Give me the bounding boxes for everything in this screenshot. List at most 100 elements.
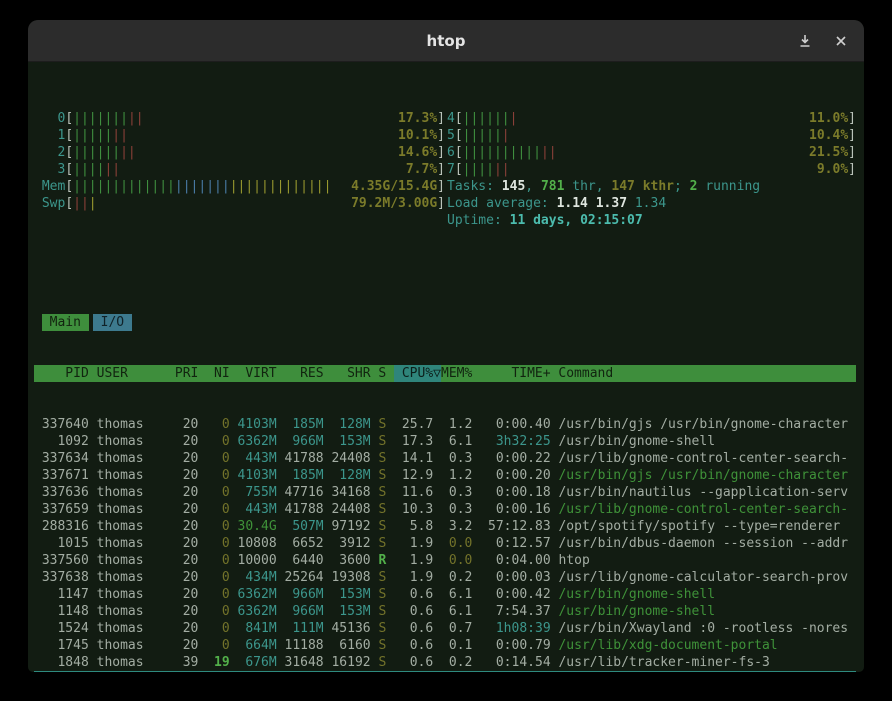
mem-cell: 0.0 xyxy=(441,553,480,568)
state-cell: S xyxy=(378,502,394,517)
mem-cell: 6.1 xyxy=(441,604,480,619)
column-headers-right[interactable]: MEM% TIME+ Command xyxy=(441,365,613,382)
shr-cell: 24408 xyxy=(331,451,378,466)
cpu-cell: 1.9 xyxy=(394,570,441,585)
cpu-cell: 11.6 xyxy=(394,485,441,500)
meter-bracket-close: ] xyxy=(848,144,856,161)
pid-cell: 337560 xyxy=(34,553,97,568)
virt-cell: 755M xyxy=(238,485,285,500)
window-titlebar[interactable]: htop xyxy=(28,20,864,62)
process-row[interactable]: 337640 thomas 20 0 4103M 185M 128M S 25.… xyxy=(34,416,856,433)
info-segment: ; xyxy=(674,179,690,194)
close-icon[interactable] xyxy=(834,34,848,48)
command-cell: /usr/bin/dbus-daemon --session --addr xyxy=(558,536,848,551)
process-row[interactable]: 337638 thomas 20 0 434M 25264 19308 S 1.… xyxy=(34,569,856,586)
meter-column-left: 0[|||||||||17.3%] 1[|||||||10.1%] 2[||||… xyxy=(34,110,445,229)
res-cell: 11188 xyxy=(285,638,332,653)
cpu-cell: 1.9 xyxy=(394,553,441,568)
meter-bracket-open: [ xyxy=(455,110,463,127)
meter-label: 1 xyxy=(34,127,65,144)
user-cell: thomas xyxy=(97,451,175,466)
column-headers-left[interactable]: PID USER PRI NI VIRT RES SHR S xyxy=(34,365,394,382)
process-row[interactable]: 1148 thomas 20 0 6362M 966M 153M S 0.6 6… xyxy=(34,603,856,620)
cpu-cell: 1.9 xyxy=(394,536,441,551)
process-row[interactable]: 1745 thomas 20 0 664M 11188 6160 S 0.6 0… xyxy=(34,637,856,654)
state-cell: S xyxy=(378,485,394,500)
pri-cell: 20 xyxy=(175,604,206,619)
meter-bracket-open: [ xyxy=(65,127,73,144)
meter-bracket-close: ] xyxy=(437,178,445,195)
info-segment: Uptime: xyxy=(447,213,510,228)
info-segment: 11 days, 02:15:07 xyxy=(510,213,643,228)
process-row[interactable]: 288316 thomas 20 0 30.4G 507M 97192 S 5.… xyxy=(34,518,856,535)
load-average-line: Load average: 1.14 1.37 1.34 xyxy=(447,195,856,212)
mem-cell: 0.2 xyxy=(441,655,480,670)
command-cell: /usr/bin/nautilus --gapplication-serv xyxy=(558,485,848,500)
meter-bracket-open: [ xyxy=(65,195,73,212)
process-row[interactable]: 1015 thomas 20 0 10808 6652 3912 S 1.9 0… xyxy=(34,535,856,552)
meter-label: 7 xyxy=(447,161,455,178)
info-segment: thr xyxy=(564,179,595,194)
process-row[interactable]: 337659 thomas 20 0 443M 41788 24408 S 10… xyxy=(34,501,856,518)
info-segment: Load average: xyxy=(447,196,557,211)
virt-cell: 6362M xyxy=(238,604,285,619)
state-cell: R xyxy=(378,553,394,568)
ni-cell: 0 xyxy=(206,553,237,568)
process-row[interactable]: 337634 thomas 20 0 443M 41788 24408 S 14… xyxy=(34,450,856,467)
state-cell: S xyxy=(378,536,394,551)
header-fill xyxy=(613,365,856,382)
column-header-cpu-sort[interactable]: CPU%▽ xyxy=(394,365,441,382)
tab-main[interactable]: Main xyxy=(42,314,89,331)
meter-pipes-r: | xyxy=(502,128,510,143)
cpu-cell: 0.6 xyxy=(394,587,441,602)
cpu-cell: 0.6 xyxy=(394,638,441,653)
process-row[interactable]: 1092 thomas 20 0 6362M 966M 153M S 17.3 … xyxy=(34,433,856,450)
res-cell: 111M xyxy=(285,621,332,636)
meter-pipes-r: || xyxy=(112,128,128,143)
meter-value: 21.5% xyxy=(809,144,848,161)
process-table-header: PID USER PRI NI VIRT RES SHR S CPU%▽MEM%… xyxy=(34,365,856,382)
state-cell: S xyxy=(378,604,394,619)
shr-cell: 128M xyxy=(331,417,378,432)
meter-bar: |||||| xyxy=(463,161,817,178)
process-row[interactable]: 337560 thomas 20 0 10000 6440 3600 R 1.9… xyxy=(34,552,856,569)
cpu-meter-0: 0[|||||||||17.3%] xyxy=(34,110,445,127)
tab-io[interactable]: I/O xyxy=(93,314,132,331)
time-cell: 0:12.57 xyxy=(480,536,558,551)
command-cell: htop xyxy=(558,553,589,568)
time-cell: 0:00.79 xyxy=(480,638,558,653)
process-row[interactable]: 1147 thomas 20 0 6362M 966M 153M S 0.6 6… xyxy=(34,586,856,603)
cpu-cell: 10.3 xyxy=(394,502,441,517)
meter-bracket-open: [ xyxy=(455,127,463,144)
meter-pipes-g: |||||||||| xyxy=(463,145,541,160)
pri-cell: 20 xyxy=(175,417,206,432)
ni-cell: 0 xyxy=(206,536,237,551)
process-row[interactable]: 1524 thomas 20 0 841M 111M 45136 S 0.6 0… xyxy=(34,620,856,637)
process-row-selected[interactable]: 258499 thomas 20 0 626M 106M 59688 S 0.6… xyxy=(34,671,856,672)
info-segment: 145 xyxy=(502,179,525,194)
meter-pipes-g: ||||| xyxy=(73,128,112,143)
pri-cell: 20 xyxy=(175,536,206,551)
command-cell: /usr/lib/gnome-calculator-search-prov xyxy=(558,570,848,585)
shr-cell: 3600 xyxy=(331,553,378,568)
cpu-cell: 0.6 xyxy=(394,604,441,619)
res-cell: 966M xyxy=(285,434,332,449)
meter-bracket-open: [ xyxy=(65,144,73,161)
meter-bracket-close: ] xyxy=(437,110,445,127)
uptime-line: Uptime: 11 days, 02:15:07 xyxy=(447,212,856,229)
info-segment: 781 xyxy=(541,179,564,194)
meter-label: 0 xyxy=(34,110,65,127)
mem-cell: 0.7 xyxy=(441,621,480,636)
download-icon[interactable] xyxy=(798,34,812,48)
meter-label: 4 xyxy=(447,110,455,127)
command-cell: /usr/lib/gnome-control-center-search- xyxy=(558,451,848,466)
process-row[interactable]: 1848 thomas 39 19 676M 31648 16192 S 0.6… xyxy=(34,654,856,671)
process-row[interactable]: 337671 thomas 20 0 4103M 185M 128M S 12.… xyxy=(34,467,856,484)
process-row[interactable]: 337636 thomas 20 0 755M 47716 34168 S 11… xyxy=(34,484,856,501)
time-cell: 57:12.83 xyxy=(480,519,558,534)
meter-value: 7.7% xyxy=(406,161,437,178)
time-cell: 0:00.42 xyxy=(480,587,558,602)
virt-cell: 10000 xyxy=(238,553,285,568)
meter-pipes-g: |||| xyxy=(73,162,104,177)
ni-cell: 0 xyxy=(206,485,237,500)
